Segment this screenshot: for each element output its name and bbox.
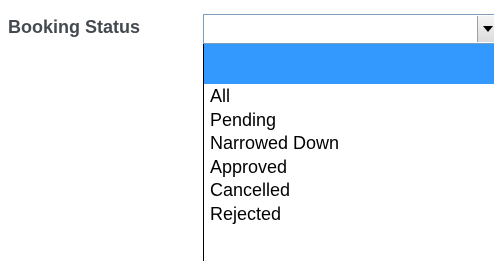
booking-status-select[interactable] <box>203 14 494 44</box>
option-pending[interactable]: Pending <box>204 108 494 132</box>
option-blank[interactable] <box>204 44 494 84</box>
booking-status-label: Booking Status <box>8 17 141 37</box>
option-rejected[interactable]: Rejected <box>204 202 494 226</box>
option-approved[interactable]: Approved <box>204 155 494 179</box>
dropdown-toggle-button[interactable] <box>477 16 494 42</box>
option-narrowed-down[interactable]: Narrowed Down <box>204 131 494 155</box>
chevron-down-icon <box>483 26 493 32</box>
booking-status-options: All Pending Narrowed Down Approved Cance… <box>203 44 494 261</box>
option-cancelled[interactable]: Cancelled <box>204 178 494 202</box>
option-all[interactable]: All <box>204 84 494 108</box>
